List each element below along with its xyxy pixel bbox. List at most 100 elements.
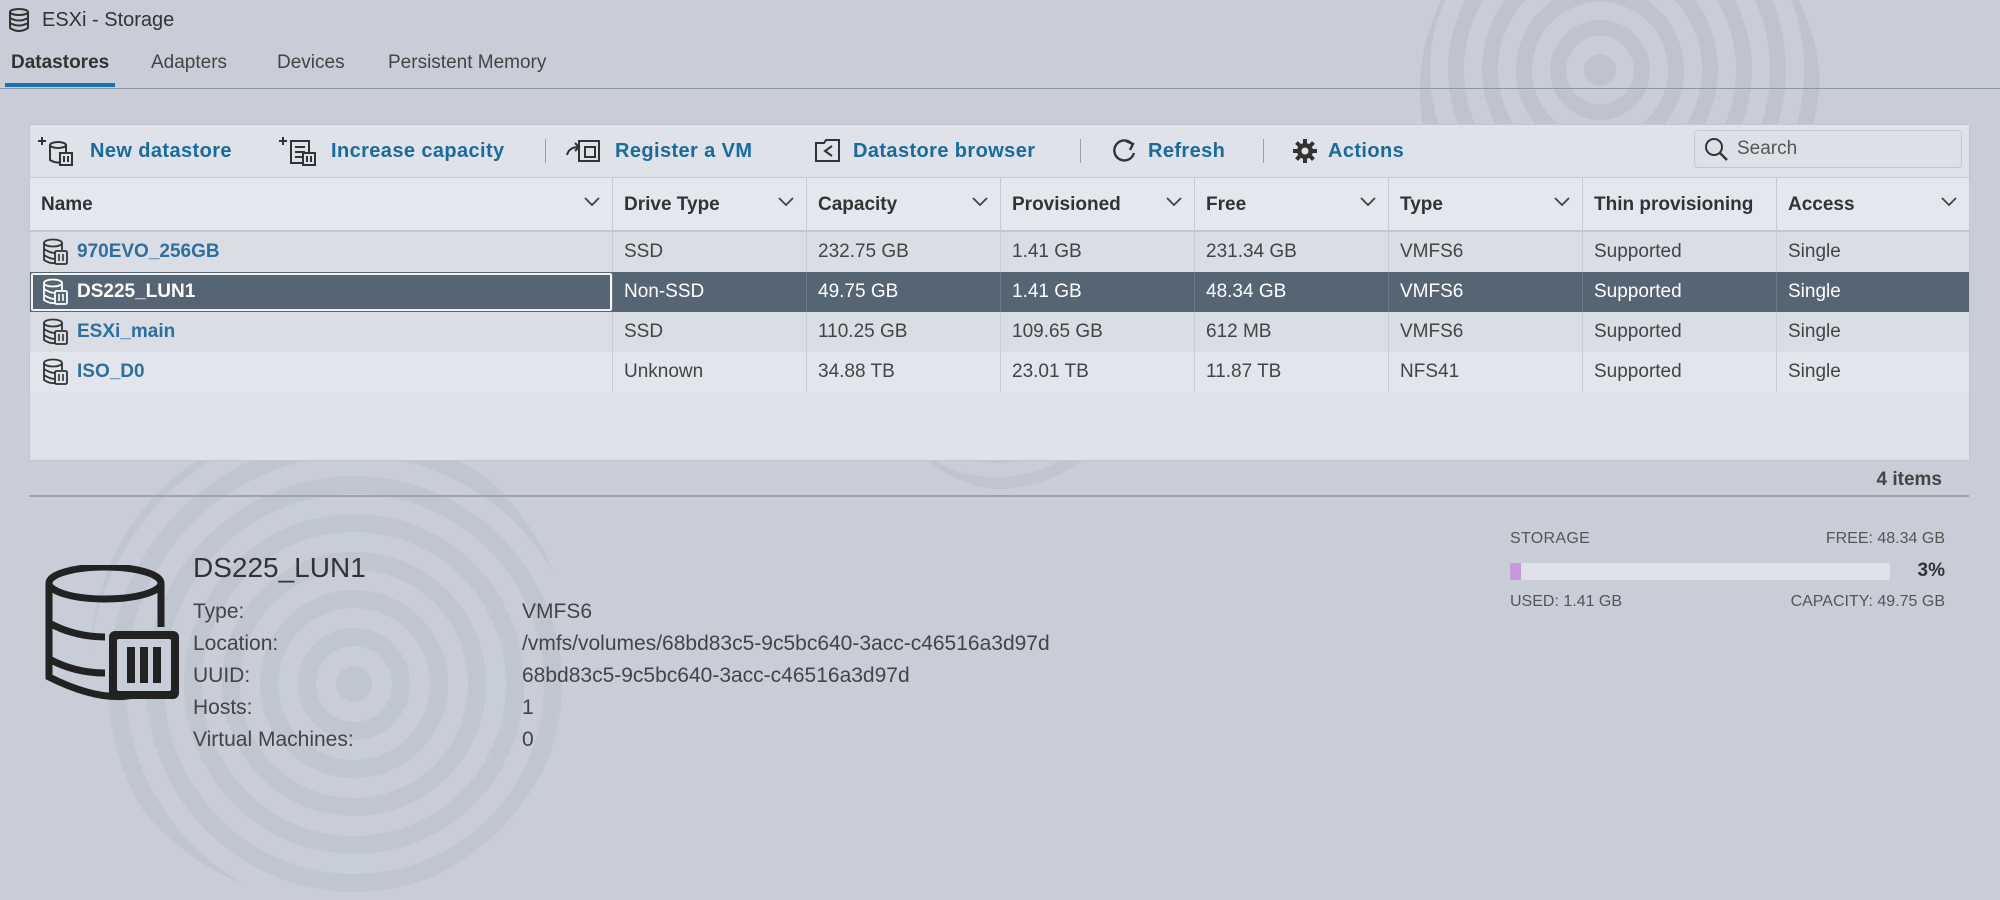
cell-name[interactable]: 970EVO_256GB	[30, 232, 613, 272]
chevron-down-icon	[1360, 197, 1376, 207]
datastore-browser-label: Datastore browser	[853, 139, 1036, 162]
column-header-type[interactable]: Type	[1389, 178, 1583, 231]
register-vm-icon	[566, 140, 600, 162]
cell-name[interactable]: ISO_D0	[30, 352, 613, 392]
column-label: Drive Type	[624, 193, 720, 215]
register-vm-button[interactable]: Register a VM	[565, 135, 752, 167]
column-header-free[interactable]: Free	[1195, 178, 1389, 231]
datastore-icon	[43, 358, 68, 385]
detail-value-uuid: 68bd83c5-9c5bc640-3acc-c46516a3d97d	[522, 664, 910, 687]
datastore-browser-icon	[815, 139, 840, 162]
actions-button[interactable]: Actions	[1292, 135, 1404, 167]
section-divider	[29, 495, 1969, 497]
cell-text: Single	[1788, 281, 1841, 302]
cell-drive-type: Unknown	[613, 352, 807, 392]
cell-text: Supported	[1594, 281, 1682, 302]
new-datastore-button[interactable]: New datastore	[36, 135, 232, 167]
toolbar-separator	[1080, 139, 1081, 163]
cell-text: SSD	[624, 241, 664, 262]
cell-name[interactable]: DS225_LUN1	[30, 272, 613, 312]
toolbar-separator	[545, 139, 546, 163]
cell-text: NFS41	[1400, 361, 1460, 382]
cell-free: 231.34 GB	[1195, 232, 1389, 272]
tab-devices[interactable]: Devices	[277, 52, 345, 74]
cell-text: Supported	[1594, 241, 1682, 262]
chevron-down-icon	[1941, 197, 1957, 207]
cell-type: VMFS6	[1389, 312, 1583, 352]
column-label: Type	[1400, 193, 1443, 215]
column-header-thin-provisioning[interactable]: Thin provisioning	[1583, 178, 1777, 231]
cell-text: 110.25 GB	[818, 321, 908, 342]
table-row[interactable]: DS225_LUN1 Non-SSD 49.75 GB 1.41 GB 48.34 GB…	[30, 272, 1969, 312]
cell-text: 48.34 GB	[1206, 281, 1287, 302]
tab-persistent-memory[interactable]: Persistent Memory	[388, 52, 546, 74]
cell-thin: Supported	[1583, 352, 1777, 392]
cell-type: NFS41	[1389, 352, 1583, 392]
detail-value-vms: 0	[522, 728, 534, 751]
datastore-name-link[interactable]: ESXi_main	[77, 321, 175, 343]
storage-capacity: CAPACITY: 49.75 GB	[1790, 593, 1945, 610]
cell-provisioned: 109.65 GB	[1001, 312, 1195, 352]
column-header-drive-type[interactable]: Drive Type	[613, 178, 807, 231]
table-row[interactable]: ISO_D0 Unknown 34.88 TB 23.01 TB 11.87 TB NFS…	[30, 352, 1969, 392]
table-row[interactable]: ESXi_main SSD 110.25 GB 109.65 GB 612 MB VMFS…	[30, 312, 1969, 352]
cell-text: Supported	[1594, 361, 1682, 382]
cell-capacity: 34.88 TB	[807, 352, 1001, 392]
column-label: Name	[41, 193, 93, 215]
column-header-name[interactable]: Name	[30, 178, 613, 231]
cell-text: Single	[1788, 361, 1841, 382]
detail-value-location: /vmfs/volumes/68bd83c5-9c5bc640-3acc-c46…	[522, 632, 1050, 655]
datastore-browser-button[interactable]: Datastore browser	[813, 135, 1035, 167]
datastore-name-link[interactable]: ISO_D0	[77, 361, 145, 383]
column-header-capacity[interactable]: Capacity	[807, 178, 1001, 231]
storage-label: STORAGE	[1510, 530, 1591, 547]
cell-drive-type: Non-SSD	[613, 272, 807, 312]
column-label: Thin provisioning	[1594, 193, 1754, 215]
cell-thin: Supported	[1583, 272, 1777, 312]
cell-text: 1.41 GB	[1012, 241, 1082, 262]
column-label: Provisioned	[1012, 193, 1121, 215]
column-label: Capacity	[818, 193, 898, 215]
item-count: 4 items	[1876, 469, 1942, 490]
cell-text: 23.01 TB	[1012, 361, 1089, 382]
cell-access: Single	[1777, 312, 1969, 352]
column-header-access[interactable]: Access	[1777, 178, 1969, 231]
datastore-name-link[interactable]: 970EVO_256GB	[77, 241, 220, 263]
refresh-button[interactable]: Refresh	[1110, 135, 1225, 167]
cell-text: 34.88 TB	[818, 361, 895, 382]
detail-label-type: Type:	[193, 600, 245, 623]
cell-text: 49.75 GB	[818, 281, 899, 302]
gear-icon	[1293, 139, 1317, 163]
cell-text: Single	[1788, 321, 1841, 342]
chevron-down-icon	[778, 197, 794, 207]
column-label: Free	[1206, 193, 1247, 215]
cell-text: 232.75 GB	[818, 241, 909, 262]
cell-capacity: 49.75 GB	[807, 272, 1001, 312]
datastore-name-link[interactable]: DS225_LUN1	[77, 281, 195, 303]
cell-thin: Supported	[1583, 232, 1777, 272]
tab-adapters[interactable]: Adapters	[151, 52, 227, 74]
cell-provisioned: 1.41 GB	[1001, 232, 1195, 272]
chevron-down-icon	[972, 197, 988, 207]
window-title: ESXi - Storage	[42, 8, 175, 31]
detail-label-uuid: UUID:	[193, 664, 251, 687]
cell-access: Single	[1777, 232, 1969, 272]
column-header-provisioned[interactable]: Provisioned	[1001, 178, 1195, 231]
cell-name[interactable]: ESXi_main	[30, 312, 613, 352]
increase-capacity-button[interactable]: Increase capacity	[277, 135, 505, 167]
toolbar-separator	[1263, 139, 1264, 163]
storage-free: FREE: 48.34 GB	[1825, 530, 1945, 547]
new-datastore-label: New datastore	[90, 139, 232, 162]
cell-text: VMFS6	[1400, 321, 1464, 342]
storage-percent: 3%	[1917, 560, 1945, 581]
storage-usage-fill	[1510, 563, 1522, 580]
table-row[interactable]: 970EVO_256GB SSD 232.75 GB 1.41 GB 231.34 GB…	[30, 232, 1969, 272]
cell-thin: Supported	[1583, 312, 1777, 352]
tab-datastores[interactable]: Datastores	[4, 52, 116, 87]
cell-access: Single	[1777, 352, 1969, 392]
search-input[interactable]: Search	[1694, 130, 1962, 168]
cell-free: 612 MB	[1195, 312, 1389, 352]
details-datastore-name: DS225_LUN1	[193, 552, 366, 583]
search-placeholder: Search	[1737, 138, 1798, 159]
refresh-label: Refresh	[1148, 139, 1226, 162]
